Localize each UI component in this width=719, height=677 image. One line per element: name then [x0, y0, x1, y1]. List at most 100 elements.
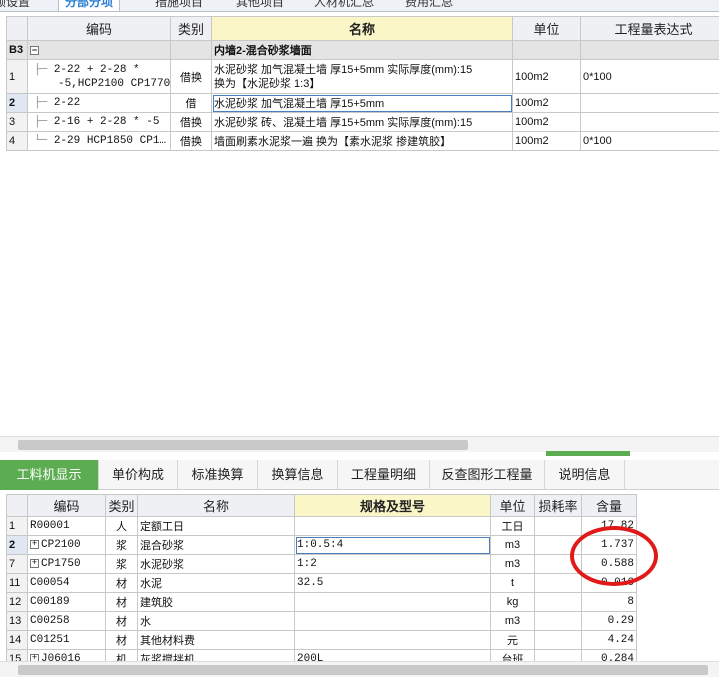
- scrollbar-thumb[interactable]: [18, 440, 468, 450]
- tab-labor-material-display[interactable]: 工料机显示: [0, 460, 99, 490]
- tab-measures[interactable]: 措施项目: [155, 0, 203, 11]
- unit-cell[interactable]: 工日: [490, 516, 535, 536]
- type-cell[interactable]: 材: [105, 630, 138, 650]
- group-row[interactable]: B3 − 内墙2-混合砂浆墙面: [6, 40, 719, 60]
- tab-standard-conversion[interactable]: 标准换算: [178, 460, 258, 490]
- code-cell[interactable]: ├─ 2-22 + 2-28 * -5,HCP2100 CP1770: [27, 59, 171, 94]
- loss-rate-cell[interactable]: [534, 592, 582, 612]
- table-row[interactable]: 1 R00001 人定额工日 工日 17.82: [6, 516, 637, 536]
- lower-header-code[interactable]: 编码: [27, 494, 106, 517]
- tab-conversion-info[interactable]: 换算信息: [258, 460, 338, 490]
- code-cell[interactable]: C00258: [27, 611, 106, 631]
- table-row[interactable]: 3 ├─ 2-16 + 2-28 * -5 借换 水泥砂浆 砖、混凝土墙 厚15…: [6, 112, 719, 132]
- unit-cell[interactable]: 100m2: [512, 131, 581, 151]
- expression-cell[interactable]: [580, 93, 719, 113]
- table-row[interactable]: 14 C01251 材其他材料费 元 4.24: [6, 630, 637, 650]
- spec-cell[interactable]: [294, 611, 491, 631]
- type-cell[interactable]: 材: [105, 592, 138, 612]
- spec-cell[interactable]: [294, 592, 491, 612]
- unit-cell[interactable]: m3: [490, 554, 535, 574]
- expression-cell[interactable]: [580, 112, 719, 132]
- type-cell[interactable]: 浆: [105, 554, 138, 574]
- spec-cell[interactable]: 1:0.5:4: [294, 535, 491, 555]
- spec-cell[interactable]: 1:2: [294, 554, 491, 574]
- splitter-handle[interactable]: [546, 451, 630, 456]
- name-cell[interactable]: 定额工日: [137, 516, 295, 536]
- lower-header-quantity[interactable]: 含量: [581, 494, 637, 517]
- tab-unit-price-breakdown[interactable]: 单价构成: [99, 460, 178, 490]
- name-cell[interactable]: 水泥砂浆: [137, 554, 295, 574]
- name-cell[interactable]: 水泥砂浆 加气混凝土墙 厚15+5mm 实际厚度(mm):15 换为【水泥砂浆 1…: [211, 59, 513, 94]
- loss-rate-cell[interactable]: [534, 611, 582, 631]
- type-cell[interactable]: 借换: [170, 59, 212, 94]
- unit-cell[interactable]: 100m2: [512, 112, 581, 132]
- name-cell[interactable]: 水泥砂浆 砖、混凝土墙 厚15+5mm 实际厚度(mm):15: [211, 112, 513, 132]
- spec-cell[interactable]: 32.5: [294, 573, 491, 593]
- lower-header-type[interactable]: 类别: [105, 494, 138, 517]
- type-cell[interactable]: 借换: [170, 131, 212, 151]
- quantity-cell[interactable]: 8: [581, 592, 637, 612]
- code-cell[interactable]: R00001: [27, 516, 106, 536]
- code-cell[interactable]: + CP2100: [27, 535, 106, 555]
- unit-cell[interactable]: 元: [490, 630, 535, 650]
- code-cell[interactable]: └─ 2-29 HCP1850 CP1…: [27, 131, 171, 151]
- lower-header-spec[interactable]: 规格及型号: [294, 494, 491, 517]
- table-row[interactable]: 4 └─ 2-29 HCP1850 CP1… 借换 墙面刷素水泥浆一遍 换为【素…: [6, 131, 719, 151]
- tab-fee-summary[interactable]: 费用汇总: [405, 0, 453, 11]
- quantity-cell[interactable]: 4.24: [581, 630, 637, 650]
- tab-sub-items[interactable]: 分部分项: [58, 0, 121, 11]
- type-cell[interactable]: 人: [105, 516, 138, 536]
- tab-reverse-lookup-quantity[interactable]: 反查图形工程量: [430, 460, 545, 490]
- lower-header-loss-rate[interactable]: 损耗率: [534, 494, 582, 517]
- quantity-cell[interactable]: 0.29: [581, 611, 637, 631]
- expression-cell[interactable]: 0*100: [580, 131, 719, 151]
- name-cell[interactable]: 水: [137, 611, 295, 631]
- collapse-icon[interactable]: −: [30, 45, 39, 55]
- table-row[interactable]: 7 + CP1750 浆水泥砂浆 1:2 m3 0.588: [6, 554, 637, 574]
- horizontal-scrollbar[interactable]: [0, 436, 719, 452]
- expression-cell[interactable]: 0*100: [580, 59, 719, 94]
- expand-icon[interactable]: +: [30, 539, 39, 549]
- table-row[interactable]: 13 C00258 材水 m3 0.29: [6, 611, 637, 631]
- scrollbar-thumb[interactable]: [18, 665, 708, 675]
- type-cell[interactable]: 借换: [170, 112, 212, 132]
- code-cell[interactable]: C00054: [27, 573, 106, 593]
- type-cell[interactable]: 材: [105, 573, 138, 593]
- upper-header-type[interactable]: 类别: [170, 16, 212, 41]
- spec-cell[interactable]: [294, 630, 491, 650]
- type-cell[interactable]: 材: [105, 611, 138, 631]
- name-cell[interactable]: 水泥: [137, 573, 295, 593]
- unit-cell[interactable]: m3: [490, 535, 535, 555]
- code-cell[interactable]: C01251: [27, 630, 106, 650]
- code-cell[interactable]: C00189: [27, 592, 106, 612]
- code-cell[interactable]: + CP1750: [27, 554, 106, 574]
- name-cell[interactable]: 水泥砂浆 加气混凝土墙 厚15+5mm: [211, 93, 513, 113]
- code-cell[interactable]: ├─ 2-16 + 2-28 * -5: [27, 112, 171, 132]
- unit-cell[interactable]: kg: [490, 592, 535, 612]
- name-cell[interactable]: 墙面刷素水泥浆一遍 换为【素水泥浆 掺建筑胶】: [211, 131, 513, 151]
- loss-rate-cell[interactable]: [534, 516, 582, 536]
- type-cell[interactable]: 浆: [105, 535, 138, 555]
- name-cell[interactable]: 其他材料费: [137, 630, 295, 650]
- table-row[interactable]: 11 C00054 材水泥 32.5 t 0.016: [6, 573, 637, 593]
- tab-labor-material-summary[interactable]: 人材机汇总: [314, 0, 374, 11]
- upper-header-expression[interactable]: 工程量表达式: [580, 16, 719, 41]
- upper-header-unit[interactable]: 单位: [512, 16, 581, 41]
- expand-icon[interactable]: +: [30, 558, 39, 568]
- tab-presettings[interactable]: 预设置: [0, 0, 30, 11]
- table-row[interactable]: 2 + CP2100 浆混合砂浆 1:0.5:4 m3 1.737: [6, 535, 637, 555]
- upper-header-name[interactable]: 名称: [211, 16, 513, 41]
- type-cell[interactable]: 借: [170, 93, 212, 113]
- tab-other-items[interactable]: 其他项目: [236, 0, 284, 11]
- name-cell[interactable]: 建筑胶: [137, 592, 295, 612]
- code-cell[interactable]: ├─ 2-22: [27, 93, 171, 113]
- tab-quantity-details[interactable]: 工程量明细: [338, 460, 430, 490]
- unit-cell[interactable]: 100m2: [512, 59, 581, 94]
- table-row[interactable]: 2 ├─ 2-22 借 水泥砂浆 加气混凝土墙 厚15+5mm 100m2: [6, 93, 719, 113]
- lower-horizontal-scrollbar[interactable]: [0, 661, 719, 677]
- lower-header-name[interactable]: 名称: [137, 494, 295, 517]
- lower-header-unit[interactable]: 单位: [490, 494, 535, 517]
- unit-cell[interactable]: 100m2: [512, 93, 581, 113]
- group-toggle-cell[interactable]: −: [27, 40, 171, 60]
- loss-rate-cell[interactable]: [534, 573, 582, 593]
